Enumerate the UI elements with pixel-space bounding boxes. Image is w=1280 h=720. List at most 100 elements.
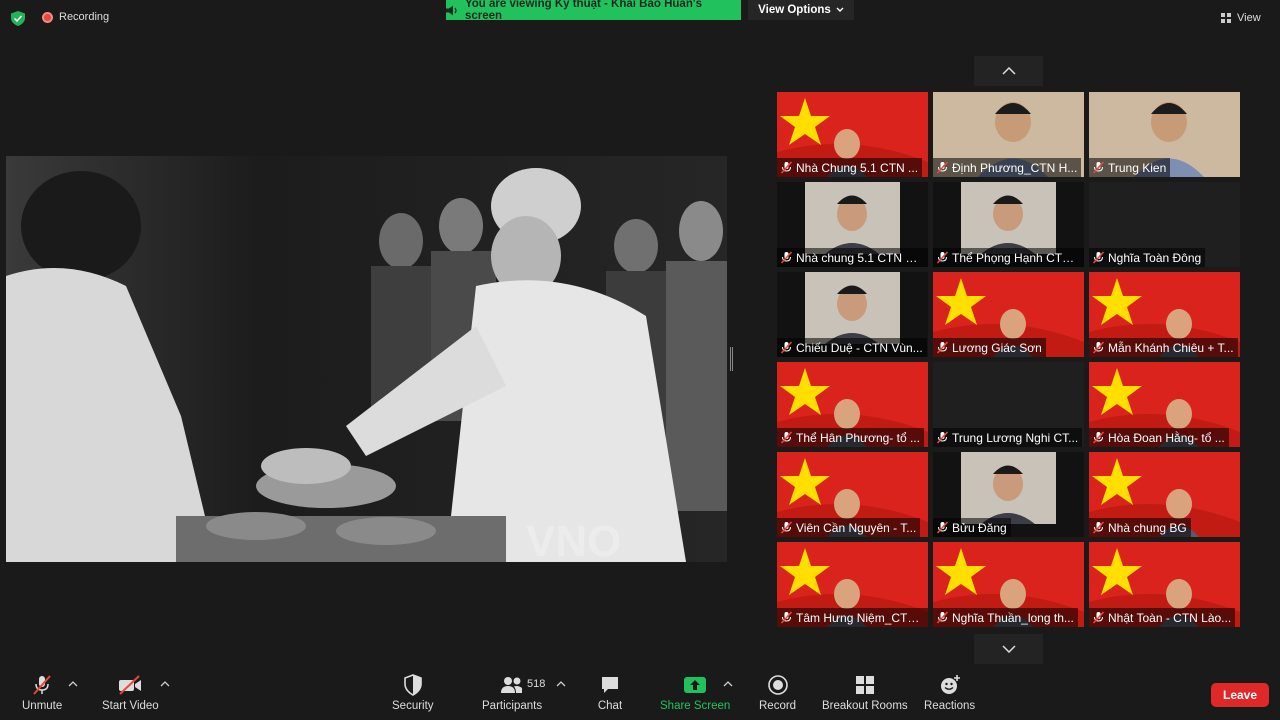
participant-tile[interactable]: Nhật Toàn - CTN Lào... (1089, 542, 1240, 627)
mic-muted-icon (780, 521, 793, 534)
participant-tile[interactable]: Nghĩa Thuần_long th... (933, 542, 1084, 627)
participant-name: Định Phương_CTN H... (952, 160, 1078, 175)
participant-name: Mẫn Khánh Chiêu + T... (1108, 340, 1234, 355)
mic-muted-icon (780, 251, 793, 264)
panel-splitter-handle[interactable] (730, 347, 733, 371)
participant-tile[interactable]: Lương Giác Sơn (933, 272, 1084, 357)
participant-name: Lương Giác Sơn (952, 340, 1042, 355)
participant-tile[interactable]: Viên Cần Nguyên - T... (777, 452, 928, 537)
breakout-rooms-label: Breakout Rooms (822, 700, 908, 712)
mic-muted-icon (780, 341, 793, 354)
leave-button[interactable]: Leave (1211, 683, 1269, 707)
participant-tile[interactable]: Trung Lương Nghi CT... (933, 362, 1084, 447)
participant-name: Hòa Đoan Hằng- tổ ... (1108, 430, 1225, 445)
participants-label: Participants (482, 700, 543, 712)
participant-tile[interactable]: Mẫn Khánh Chiêu + T... (1089, 272, 1240, 357)
participant-name: Bửu Đăng (952, 520, 1007, 535)
participant-tile[interactable]: Thể Hân Phương- tổ ... (777, 362, 928, 447)
mic-muted-icon (936, 611, 949, 624)
participant-tile[interactable]: Tâm Hưng Niệm_CTN... (777, 542, 928, 627)
security-button[interactable]: Security (392, 674, 434, 712)
share-screen-label: Share Screen (660, 700, 731, 712)
share-screen-button[interactable]: Share Screen (660, 674, 730, 712)
mic-muted-icon (1092, 611, 1105, 624)
participant-name-bar: Nhà chung BG (1089, 518, 1191, 537)
start-video-button[interactable]: Start Video (102, 674, 159, 712)
participant-tile[interactable]: Nhà chung 5.1 CTN H... (777, 182, 928, 267)
participant-name-bar: Tâm Hưng Niệm_CTN... (777, 608, 928, 627)
chevron-down-icon (1001, 645, 1016, 653)
participant-tile[interactable]: Trung Kien (1089, 92, 1240, 177)
mic-muted-icon (1092, 251, 1105, 264)
participant-tile[interactable]: Chiếu Duệ - CTN Vùn... (777, 272, 928, 357)
participant-tile[interactable]: Nghĩa Toàn Đông (1089, 182, 1240, 267)
participant-name-bar: Bửu Đăng (933, 518, 1011, 537)
view-options-button[interactable]: View Options (748, 0, 854, 20)
participant-name-bar: Nhà chung 5.1 CTN H... (777, 248, 928, 267)
participant-tile[interactable]: Nhà Chung 5.1 CTN ... (777, 92, 928, 177)
participant-tile[interactable]: Hòa Đoan Hằng- tổ ... (1089, 362, 1240, 447)
participant-name-bar: Lương Giác Sơn (933, 338, 1046, 357)
chat-label: Chat (597, 700, 623, 712)
participant-name-bar: Nghĩa Toàn Đông (1089, 248, 1206, 267)
recording-dot-icon (42, 11, 53, 23)
participant-name-bar: Thể Hân Phương- tổ ... (777, 428, 924, 447)
participant-name: Trung Lương Nghi CT... (952, 430, 1079, 445)
recording-indicator[interactable]: Recording (42, 11, 109, 23)
share-screen-icon (682, 674, 708, 696)
share-options-caret-icon[interactable] (723, 680, 733, 688)
participant-name: Nghĩa Thuần_long th... (952, 610, 1074, 625)
unmute-label: Unmute (22, 700, 63, 712)
shared-historical-photo: VNO (6, 156, 727, 562)
record-button[interactable]: Record (759, 674, 796, 712)
mic-muted-icon (780, 431, 793, 444)
recording-label: Recording (59, 11, 110, 23)
participant-name: Nhà chung 5.1 CTN H... (796, 250, 924, 265)
participant-name-bar: Mẫn Khánh Chiêu + T... (1089, 338, 1238, 357)
participant-name-bar: Trung Kien (1089, 158, 1171, 177)
gallery-page-up-button[interactable] (974, 56, 1043, 86)
participant-name: Trung Kien (1108, 160, 1167, 175)
start-video-label: Start Video (102, 700, 159, 712)
mic-muted-icon (936, 161, 949, 174)
participant-name: Nhật Toàn - CTN Lào... (1108, 610, 1232, 625)
participant-name: Viên Cần Nguyên - T... (796, 520, 917, 535)
security-label: Security (392, 700, 434, 712)
viewing-banner-text: You are viewing Kỹ thuật - Khải Bảo Huấn… (464, 0, 702, 22)
record-label: Record (759, 700, 797, 712)
mic-muted-icon (936, 251, 949, 264)
mic-muted-icon (1092, 161, 1105, 174)
mic-muted-icon (1092, 521, 1105, 534)
reactions-label: Reactions (924, 700, 976, 712)
reactions-button[interactable]: Reactions (924, 674, 975, 712)
participant-name-bar: Viên Cần Nguyên - T... (777, 518, 921, 537)
participants-count: 518 (527, 678, 546, 690)
video-options-caret-icon[interactable] (160, 680, 170, 688)
mic-muted-icon (936, 431, 949, 444)
breakout-rooms-icon (852, 674, 878, 696)
grid-view-icon (1221, 12, 1231, 23)
watermark-text: VNO (526, 517, 621, 562)
mic-muted-icon (1092, 431, 1105, 444)
shared-screen[interactable]: VNO (6, 156, 727, 562)
participant-tile[interactable]: Bửu Đăng (933, 452, 1084, 537)
participant-tile[interactable]: Định Phương_CTN H... (933, 92, 1084, 177)
participant-tile[interactable]: Nhà chung BG (1089, 452, 1240, 537)
meeting-toolbar: Unmute Start Video Security Participants… (0, 666, 1280, 720)
mic-muted-icon (780, 161, 793, 174)
unmute-button[interactable]: Unmute (22, 674, 62, 712)
security-shield-icon (400, 674, 426, 696)
breakout-rooms-button[interactable]: Breakout Rooms (822, 674, 908, 712)
gallery-page-down-button[interactable] (974, 634, 1043, 664)
security-shield-icon[interactable] (11, 11, 25, 26)
participant-name-bar: Chiếu Duệ - CTN Vùn... (777, 338, 927, 357)
reactions-smiley-icon (937, 674, 963, 696)
audio-options-caret-icon[interactable] (68, 680, 78, 688)
participant-tile[interactable]: Thể Phọng Hạnh CTN... (933, 182, 1084, 267)
mic-muted-icon (1092, 341, 1105, 354)
participant-name-bar: Định Phương_CTN H... (933, 158, 1082, 177)
chat-button[interactable]: Chat (597, 674, 623, 712)
mic-muted-icon (780, 611, 793, 624)
participants-options-caret-icon[interactable] (556, 680, 566, 688)
view-button[interactable]: View (1221, 8, 1271, 28)
